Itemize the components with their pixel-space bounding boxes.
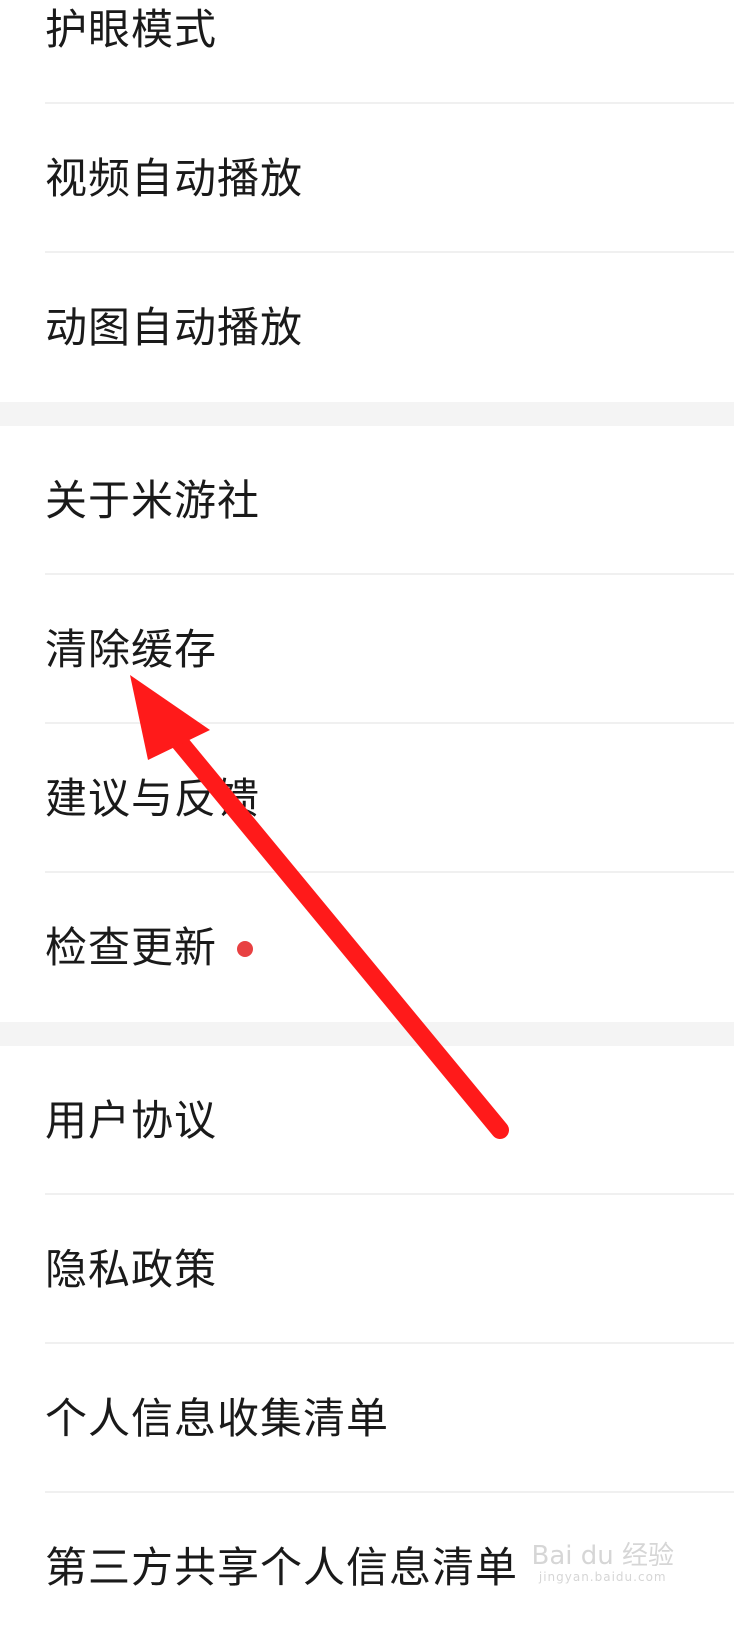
setting-label: 检查更新: [45, 922, 218, 972]
setting-label: 隐私政策: [45, 1244, 218, 1294]
setting-label: 第三方共享个人信息清单: [45, 1542, 519, 1592]
setting-user-agreement[interactable]: 用户协议: [0, 1046, 734, 1195]
setting-about[interactable]: 关于米游社: [0, 426, 734, 575]
setting-eye-protection-mode[interactable]: 护眼模式: [0, 0, 734, 104]
settings-group-display: 护眼模式 视频自动播放 动图自动播放: [0, 0, 734, 402]
setting-label: 护眼模式: [45, 4, 218, 54]
setting-feedback[interactable]: 建议与反馈: [0, 724, 734, 873]
settings-group-app: 关于米游社 清除缓存 建议与反馈 检查更新: [0, 426, 734, 1022]
setting-clear-cache[interactable]: 清除缓存: [0, 575, 734, 724]
setting-label: 清除缓存: [45, 624, 218, 674]
settings-page: 护眼模式 视频自动播放 动图自动播放 关于米游社 清除缓存 建议与反馈 检查更新: [0, 0, 734, 1642]
setting-check-update[interactable]: 检查更新: [0, 873, 734, 1022]
setting-gif-autoplay[interactable]: 动图自动播放: [0, 253, 734, 402]
setting-label: 动图自动播放: [45, 302, 304, 352]
watermark-text: Bai du 经验: [531, 1541, 674, 1572]
setting-video-autoplay[interactable]: 视频自动播放: [0, 104, 734, 253]
section-separator: [0, 1022, 734, 1046]
setting-label: 建议与反馈: [45, 773, 261, 823]
section-separator: [0, 402, 734, 426]
setting-personal-info-list[interactable]: 个人信息收集清单: [0, 1344, 734, 1493]
setting-label: 视频自动播放: [45, 153, 304, 203]
setting-label: 用户协议: [45, 1095, 218, 1145]
watermark-subtext: jingyan.baidu.com: [538, 1569, 667, 1584]
update-badge-dot: [237, 940, 254, 957]
setting-label: 个人信息收集清单: [45, 1393, 390, 1443]
baidu-watermark: Bai du 经验 jingyan.baidu.com: [531, 1542, 674, 1584]
setting-privacy-policy[interactable]: 隐私政策: [0, 1195, 734, 1344]
setting-label: 关于米游社: [45, 475, 261, 525]
